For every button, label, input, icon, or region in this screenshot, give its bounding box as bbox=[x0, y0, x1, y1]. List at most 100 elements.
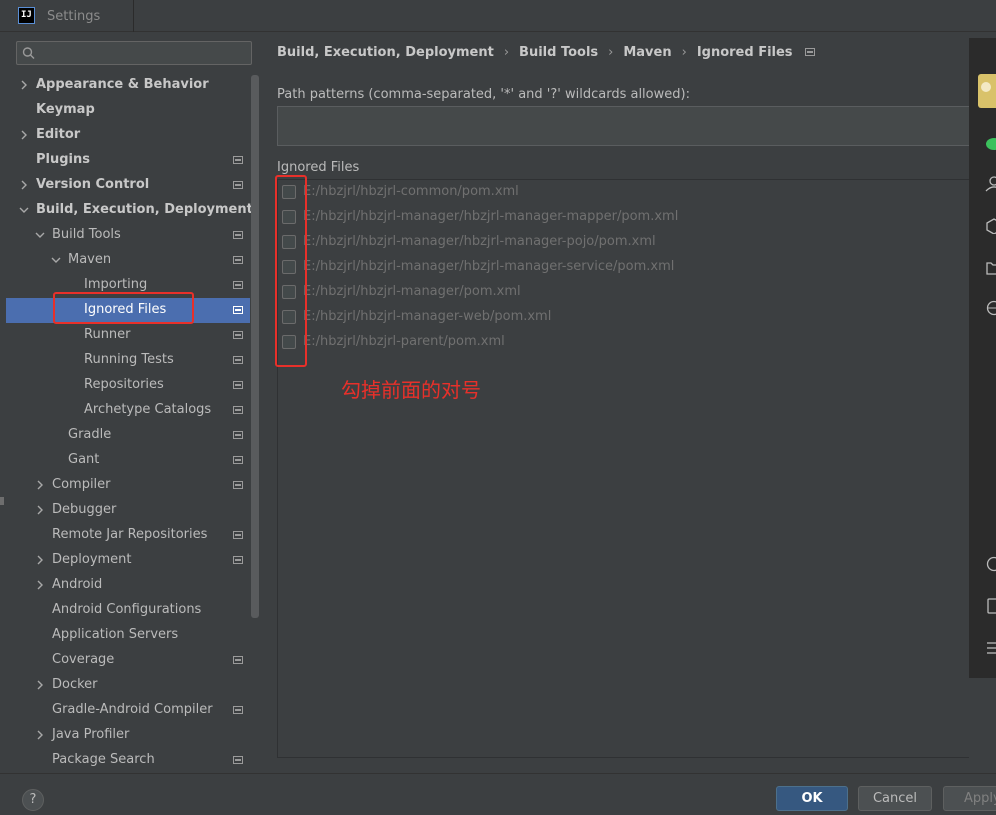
settings-tree: Appearance & Behavior Keymap Editor Plugins… bbox=[0, 73, 260, 773]
side-app-bottom bbox=[969, 678, 996, 774]
tree-item[interactable]: Package Search bbox=[0, 748, 260, 773]
ok-button[interactable]: OK bbox=[776, 786, 848, 811]
tree-item[interactable]: Repositories bbox=[0, 373, 260, 398]
project-settings-icon bbox=[233, 656, 243, 664]
tree-item[interactable]: Remote Jar Repositories bbox=[0, 523, 260, 548]
chevron-right-icon[interactable] bbox=[18, 129, 30, 141]
tree-item-label: Repositories bbox=[84, 377, 164, 392]
tree-item[interactable]: Debugger bbox=[0, 498, 260, 523]
globe-icon[interactable] bbox=[985, 300, 996, 316]
project-settings-icon bbox=[233, 156, 243, 164]
tree-item-label: Package Search bbox=[52, 752, 155, 767]
chevron-right-icon[interactable] bbox=[34, 504, 46, 516]
path-patterns-input[interactable] bbox=[277, 106, 977, 146]
menu-icon[interactable] bbox=[985, 640, 996, 656]
project-settings-icon bbox=[233, 356, 243, 364]
tree-item-label: Android Configurations bbox=[52, 602, 202, 617]
chevron-down-icon[interactable] bbox=[34, 229, 46, 241]
list-item: E:/hbzjrl/hbzjrl-manager-web/pom.xml bbox=[278, 305, 958, 330]
tree-scrollbar[interactable] bbox=[251, 75, 259, 618]
tree-item[interactable]: Plugins bbox=[0, 148, 260, 173]
user-icon[interactable] bbox=[985, 176, 996, 192]
tree-item[interactable]: Running Tests bbox=[0, 348, 260, 373]
project-settings-icon bbox=[233, 556, 243, 564]
tree-item[interactable]: Coverage bbox=[0, 648, 260, 673]
tree-item[interactable]: Docker bbox=[0, 673, 260, 698]
avatar[interactable] bbox=[978, 74, 996, 108]
file-path: E:/hbzjrl/hbzjrl-manager/hbzjrl-manager-… bbox=[303, 259, 675, 274]
tree-item[interactable]: Gradle bbox=[0, 423, 260, 448]
tree-item-label: Importing bbox=[84, 277, 148, 292]
tree-item-label: Compiler bbox=[52, 477, 111, 492]
list-item: E:/hbzjrl/hbzjrl-manager/pom.xml bbox=[278, 280, 958, 305]
tree-item[interactable]: Appearance & Behavior bbox=[0, 73, 260, 98]
tree-item-label: Maven bbox=[68, 252, 112, 267]
side-app-strip bbox=[969, 38, 996, 678]
tree-item[interactable]: Build Tools bbox=[0, 223, 260, 248]
tree-item[interactable]: Maven bbox=[0, 248, 260, 273]
tree-item[interactable]: Version Control bbox=[0, 173, 260, 198]
breadcrumb-item: Ignored Files bbox=[696, 45, 793, 60]
file-path: E:/hbzjrl/hbzjrl-parent/pom.xml bbox=[303, 334, 505, 349]
project-settings-icon bbox=[233, 431, 243, 439]
chevron-right-icon[interactable] bbox=[34, 579, 46, 591]
project-settings-icon bbox=[233, 256, 243, 264]
title-bar: IJ Settings bbox=[0, 0, 996, 32]
chevron-down-icon[interactable] bbox=[18, 204, 30, 216]
search-input[interactable] bbox=[39, 44, 247, 62]
tree-item[interactable]: Android Configurations bbox=[0, 598, 260, 623]
tree-item[interactable]: Runner bbox=[0, 323, 260, 348]
folder-icon[interactable] bbox=[985, 260, 996, 276]
tree-item[interactable]: Android bbox=[0, 573, 260, 598]
tree-item[interactable]: Compiler bbox=[0, 473, 260, 498]
tree-item-label: Remote Jar Repositories bbox=[52, 527, 208, 542]
chevron-right-icon[interactable] bbox=[18, 179, 30, 191]
file-path: E:/hbzjrl/hbzjrl-manager-web/pom.xml bbox=[303, 309, 552, 324]
apply-button[interactable]: Apply bbox=[943, 786, 996, 811]
dialog-button-bar: ? OK Cancel Apply bbox=[0, 773, 996, 815]
breadcrumb-separator: › bbox=[681, 45, 687, 60]
tablet-icon[interactable] bbox=[985, 598, 996, 614]
project-settings-icon bbox=[233, 181, 243, 189]
tree-item[interactable]: Gant bbox=[0, 448, 260, 473]
chevron-down-icon[interactable] bbox=[50, 254, 62, 266]
tree-item-label: Debugger bbox=[52, 502, 117, 517]
breadcrumb-item[interactable]: Build, Execution, Deployment bbox=[277, 45, 494, 60]
list-item: E:/hbzjrl/hbzjrl-manager/hbzjrl-manager-… bbox=[278, 230, 958, 255]
left-edge-marker bbox=[0, 497, 4, 505]
chevron-right-icon[interactable] bbox=[34, 679, 46, 691]
tree-item-label: Appearance & Behavior bbox=[36, 77, 209, 92]
tree-item-label: Docker bbox=[52, 677, 98, 692]
tree-item[interactable]: Archetype Catalogs bbox=[0, 398, 260, 423]
tree-item-label: Build Tools bbox=[52, 227, 121, 242]
tree-item[interactable]: Java Profiler bbox=[0, 723, 260, 748]
search-icon bbox=[22, 47, 35, 59]
checkbox-highlight-annotation bbox=[275, 175, 307, 367]
project-settings-icon bbox=[233, 306, 243, 314]
selection-highlight-annotation bbox=[53, 292, 194, 324]
tree-item[interactable]: Application Servers bbox=[0, 623, 260, 648]
chevron-right-icon[interactable] bbox=[18, 79, 30, 91]
chevron-right-icon[interactable] bbox=[34, 479, 46, 491]
tree-item-label: Gradle-Android Compiler bbox=[52, 702, 213, 717]
tree-item[interactable]: Gradle-Android Compiler bbox=[0, 698, 260, 723]
help-button[interactable]: ? bbox=[22, 789, 44, 811]
project-settings-icon bbox=[804, 48, 815, 56]
tree-item[interactable]: Deployment bbox=[0, 548, 260, 573]
phone-icon[interactable] bbox=[985, 556, 996, 572]
tree-item[interactable]: Editor bbox=[0, 123, 260, 148]
breadcrumb-item[interactable]: Build Tools bbox=[519, 45, 598, 60]
project-settings-icon bbox=[233, 231, 243, 239]
tree-item-label: Gradle bbox=[68, 427, 112, 442]
settings-search-box[interactable] bbox=[16, 41, 252, 65]
intellij-logo-icon: IJ bbox=[18, 7, 35, 24]
breadcrumb-item[interactable]: Maven bbox=[623, 45, 671, 60]
breadcrumb-separator: › bbox=[608, 45, 614, 60]
chat-icon[interactable] bbox=[985, 136, 996, 152]
chevron-right-icon[interactable] bbox=[34, 554, 46, 566]
cancel-button[interactable]: Cancel bbox=[858, 786, 932, 811]
chevron-right-icon[interactable] bbox=[34, 729, 46, 741]
cube-icon[interactable] bbox=[985, 218, 996, 234]
tree-item[interactable]: Keymap bbox=[0, 98, 260, 123]
tree-item[interactable]: Build, Execution, Deployment bbox=[0, 198, 260, 223]
